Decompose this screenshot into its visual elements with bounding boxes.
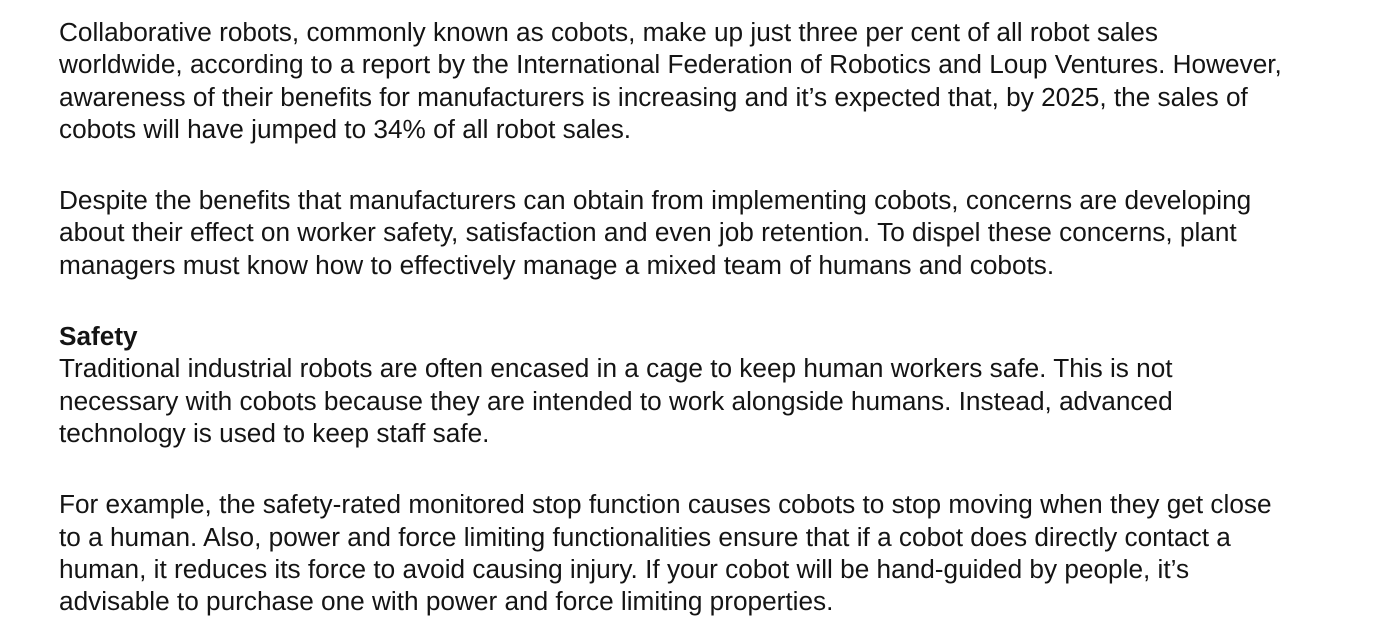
safety-paragraph: Traditional industrial robots are often … [59,353,1173,448]
concerns-paragraph: Despite the benefits that manufacturers … [59,185,1252,280]
example-paragraph: For example, the safety-rated monitored … [59,489,1272,617]
section-heading-safety: Safety [59,321,138,352]
intro-paragraph: Collaborative robots, commonly known as … [59,17,1282,144]
article-body: Collaborative robots, commonly known as … [59,16,1369,617]
